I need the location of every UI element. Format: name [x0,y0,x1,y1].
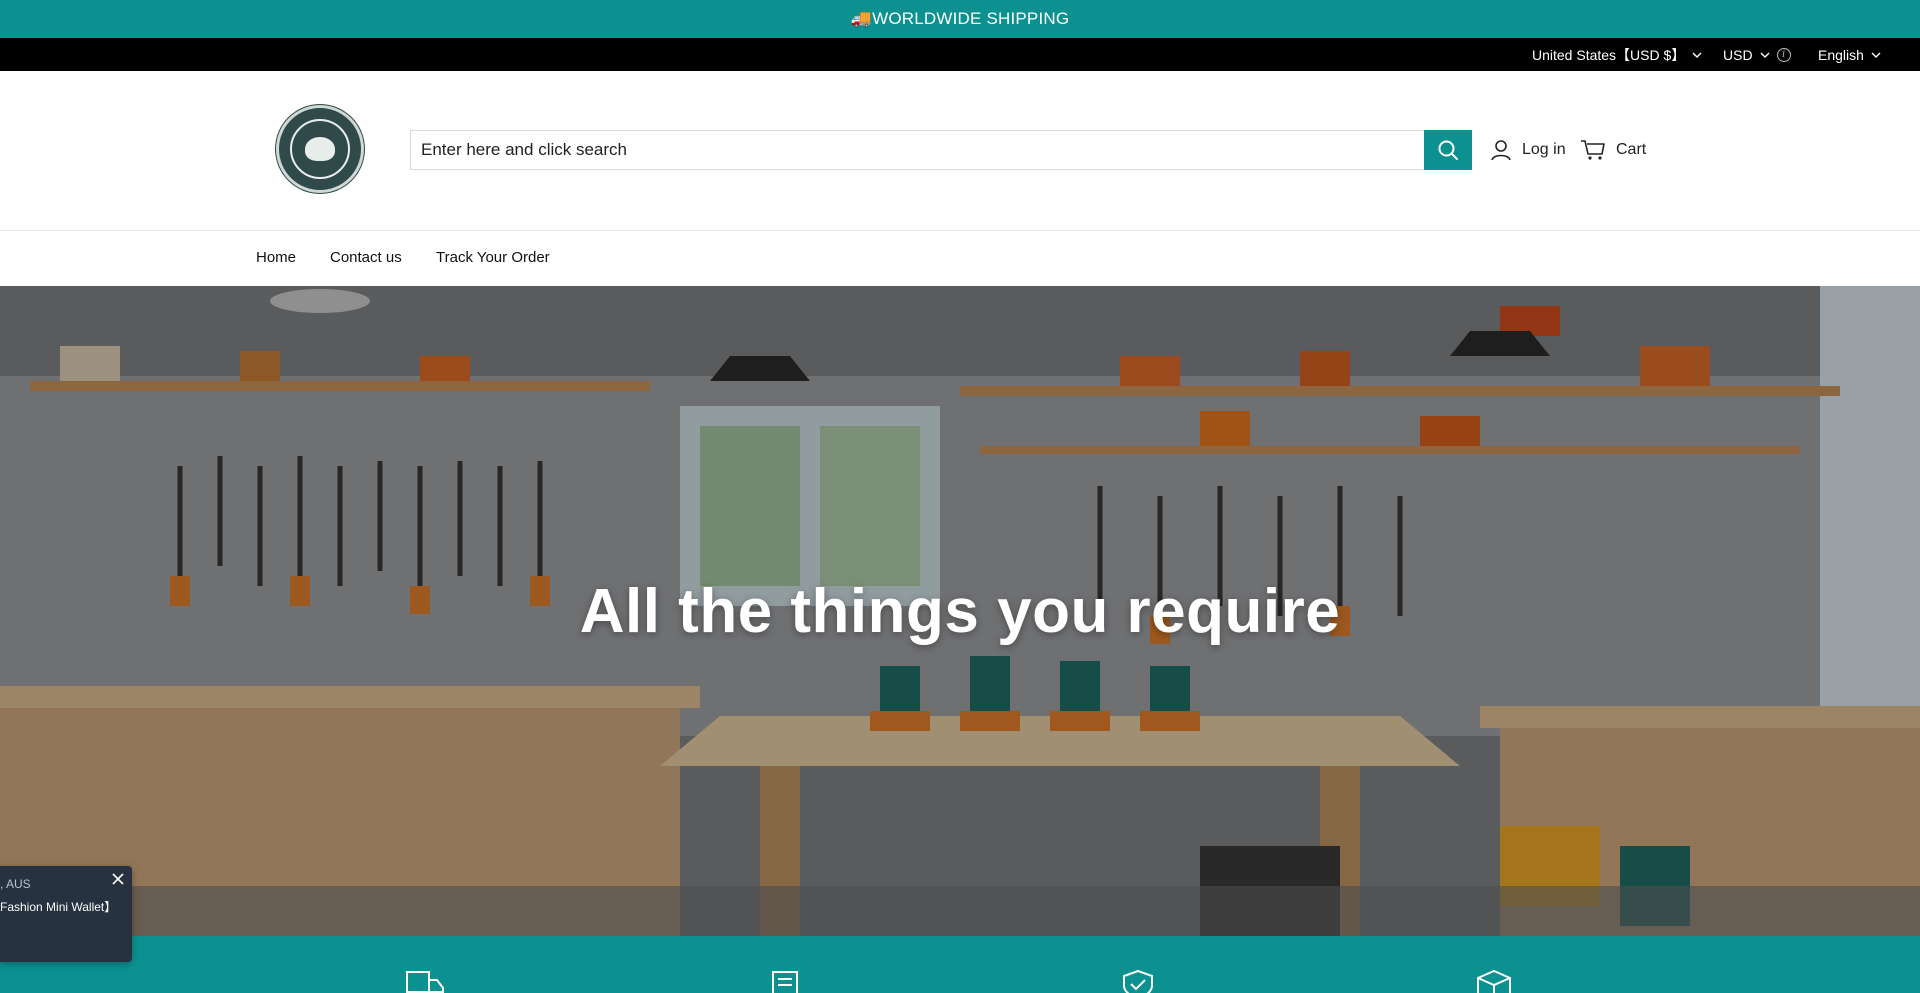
announcement-bar: 🚚WORLDWIDE SHIPPING [0,0,1920,38]
cart-icon [1581,140,1605,160]
trust-strip [0,936,1920,993]
currency-selector[interactable]: USD i [1723,38,1791,71]
language-label: English [1818,46,1864,63]
site-header: Log in Cart [0,71,1920,231]
store-logo[interactable] [276,105,364,193]
search-bar [410,130,1472,170]
login-label: Log in [1522,141,1566,158]
delivery-truck-icon [406,971,444,993]
localization-bar: United States【USD $】 USD i English [0,38,1920,71]
chevron-down-icon [1692,52,1702,58]
currency-label: USD [1723,46,1753,63]
recent-purchase-popup[interactable]: , AUS Fashion Mini Wallet】 [0,866,132,962]
country-label: United States【USD $】 [1532,46,1686,63]
logo-emblem [290,119,350,179]
receipt-icon [772,971,798,993]
cart-label: Cart [1616,141,1647,158]
search-input[interactable] [410,130,1424,170]
search-icon [1438,140,1458,160]
nav-item-contact-us[interactable]: Contact us [330,249,402,266]
nav-item-home[interactable]: Home [256,249,296,266]
cart-link[interactable]: Cart [1580,134,1646,166]
popup-product[interactable]: Fashion Mini Wallet】 [0,898,116,915]
shield-check-icon [1123,970,1153,993]
announcement-text: 🚚WORLDWIDE SHIPPING [850,9,1070,28]
user-icon [1491,140,1511,161]
country-selector[interactable]: United States【USD $】 [1532,38,1703,71]
main-nav: Home Contact us Track Your Order [0,231,1920,286]
popup-location: , AUS [0,877,31,891]
search-button[interactable] [1424,130,1472,170]
package-box-icon [1477,970,1511,993]
hero-title: All the things you require [579,577,1341,646]
language-selector[interactable]: English [1818,38,1882,71]
nav-item-track-order[interactable]: Track Your Order [436,249,550,266]
info-icon[interactable]: i [1776,47,1791,62]
close-icon[interactable] [110,871,126,887]
chevron-down-icon [1760,52,1770,58]
chevron-down-icon [1871,52,1881,58]
login-link[interactable]: Log in [1490,134,1566,166]
hero-banner[interactable]: All the things you require [0,286,1920,936]
